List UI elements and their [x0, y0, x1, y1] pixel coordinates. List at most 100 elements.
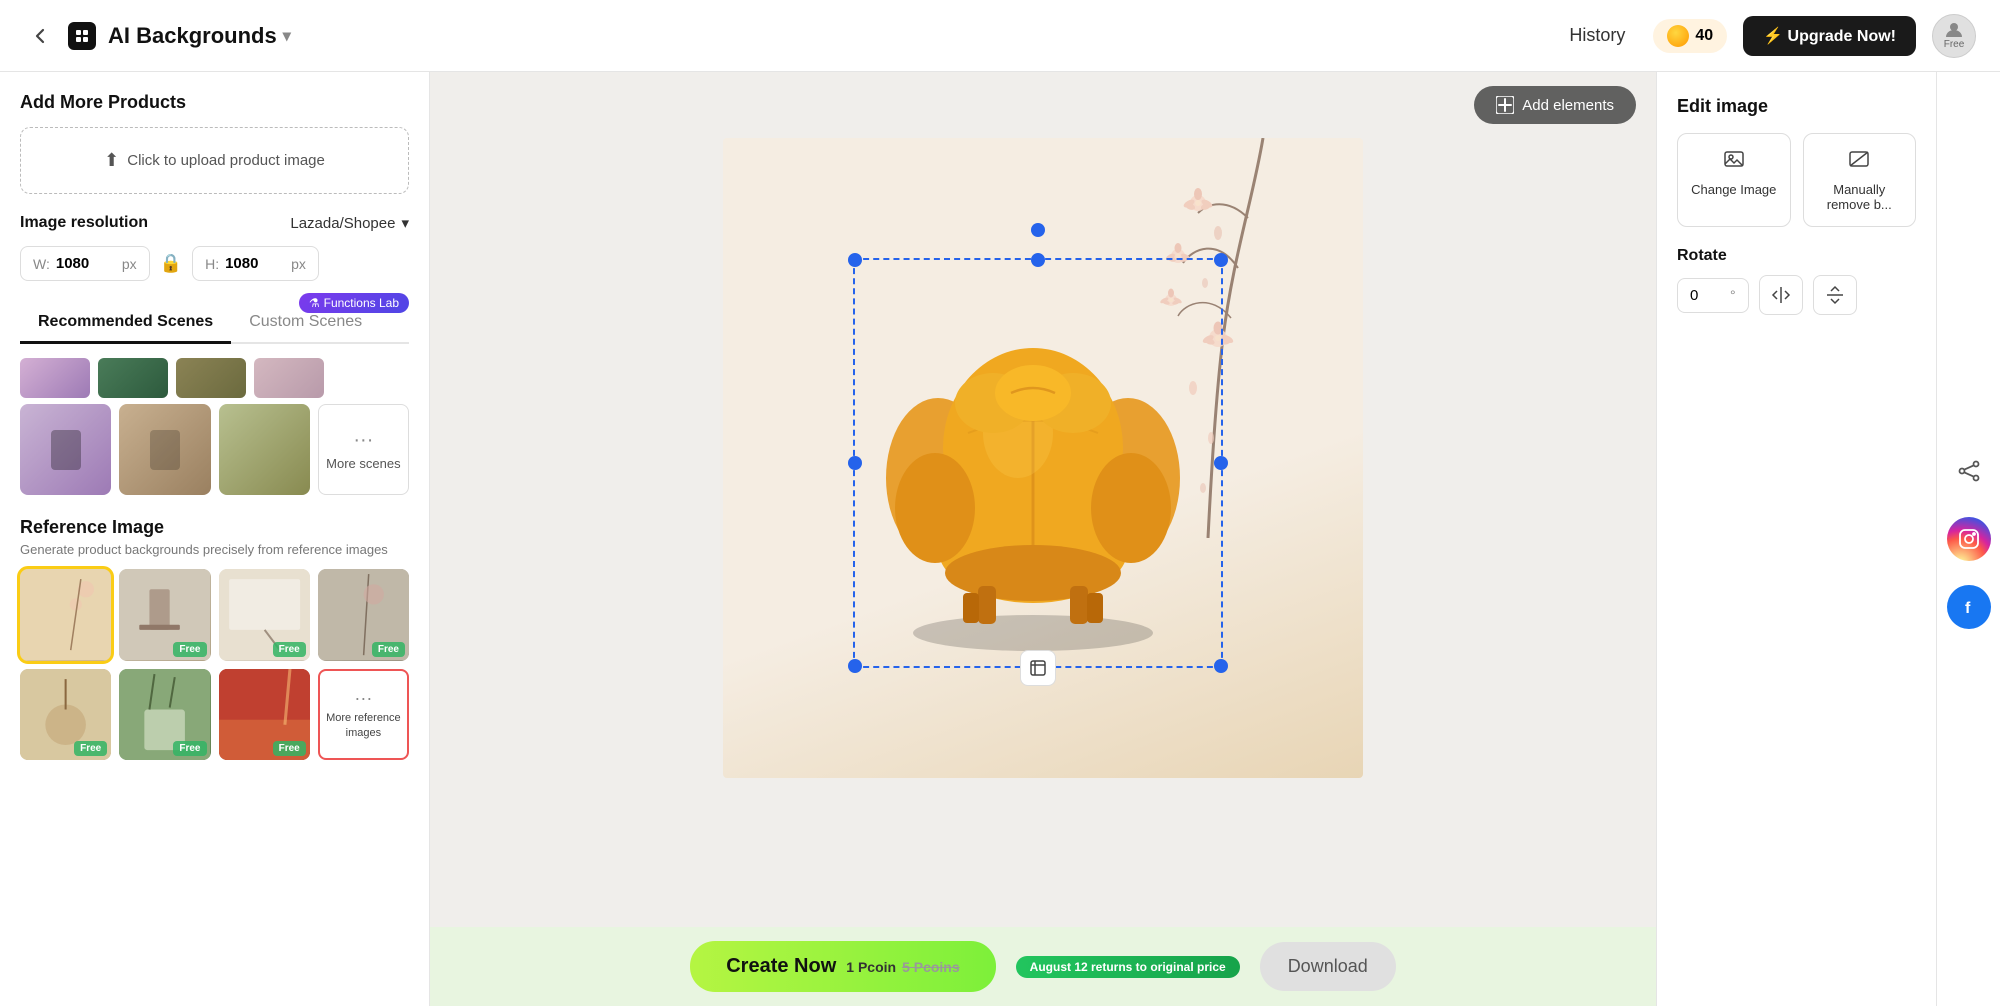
change-image-button[interactable]: Change Image: [1677, 133, 1791, 227]
history-button[interactable]: History: [1557, 19, 1637, 52]
resolution-row: Image resolution Lazada/Shopee ▾: [20, 214, 409, 232]
coins-count: 40: [1695, 27, 1713, 45]
remove-bg-label: Manually remove b...: [1814, 182, 1906, 212]
width-input[interactable]: [56, 255, 116, 272]
canvas-toolbar: Add elements: [430, 72, 1656, 138]
left-panel: Add More Products ⬆ Click to upload prod…: [0, 72, 430, 1006]
resolution-preset-select[interactable]: Lazada/Shopee ▾: [290, 214, 409, 232]
social-panel: f: [1936, 72, 2000, 1006]
more-scenes-dots: ···: [353, 429, 373, 452]
lock-icon: 🔒: [160, 253, 182, 274]
width-unit: px: [122, 256, 137, 272]
more-ref-button[interactable]: ··· More reference images: [318, 669, 409, 760]
resolution-dropdown-icon: ▾: [401, 214, 409, 232]
tabs-section: ⚗ Functions Lab Recommended Scenes Custo…: [20, 303, 409, 344]
ref-image-title: Reference Image: [20, 517, 409, 538]
add-elements-label: Add elements: [1522, 97, 1614, 114]
free-badge: Free: [173, 741, 206, 756]
promo-badge: August 12 returns to original price: [1016, 956, 1240, 978]
app-logo-icon: [68, 22, 96, 50]
ref-thumb-7[interactable]: Free: [219, 669, 310, 760]
edit-actions: Change Image Manually remove b...: [1677, 133, 1916, 227]
resolution-inputs: W: px 🔒 H: px: [20, 246, 409, 281]
ref-grid: Free Free Free: [20, 569, 409, 760]
edit-title: Edit image: [1677, 96, 1916, 117]
change-image-label: Change Image: [1691, 182, 1776, 197]
more-ref-dots: ···: [354, 688, 372, 709]
topnav-right: History 40 ⚡ Upgrade Now! Free: [1557, 14, 1976, 58]
rotate-label: Rotate: [1677, 247, 1916, 265]
scene-strip-item[interactable]: [98, 358, 168, 398]
scene-strip-item[interactable]: [176, 358, 246, 398]
ref-thumb-5[interactable]: Free: [20, 669, 111, 760]
main-layout: Add More Products ⬆ Click to upload prod…: [0, 72, 2000, 1006]
chair-image: [863, 278, 1203, 658]
free-badge: Free: [173, 642, 206, 657]
change-image-icon: [1723, 148, 1745, 176]
dropdown-icon: ▾: [283, 26, 291, 46]
topnav: AI Backgrounds ▾ History 40 ⚡ Upgrade No…: [0, 0, 2000, 72]
flip-horizontal-button[interactable]: [1759, 275, 1803, 315]
scene-grid: ··· More scenes: [20, 404, 409, 495]
scene-strip-item[interactable]: [254, 358, 324, 398]
pcoin-original: 5 Pcoins: [902, 959, 960, 975]
upload-label: Click to upload product image: [127, 152, 325, 169]
height-label: H:: [205, 256, 219, 272]
functions-lab-badge: ⚗ Functions Lab: [299, 293, 409, 313]
remove-bg-button[interactable]: Manually remove b...: [1803, 133, 1917, 227]
add-products-title: Add More Products: [20, 92, 409, 113]
ref-thumb-1[interactable]: [20, 569, 111, 660]
height-input[interactable]: [225, 255, 285, 272]
user-label: Free: [1944, 39, 1965, 50]
ref-thumb-2[interactable]: Free: [119, 569, 210, 660]
instagram-button[interactable]: [1947, 517, 1991, 561]
more-scenes-button[interactable]: ··· More scenes: [318, 404, 409, 495]
add-elements-button[interactable]: Add elements: [1474, 86, 1636, 124]
ref-thumb-4[interactable]: Free: [318, 569, 409, 660]
scene-thumb-3[interactable]: [219, 404, 310, 495]
coin-icon: [1667, 25, 1689, 47]
price-info: 1 Pcoin 5 Pcoins: [846, 959, 959, 975]
right-panel: Edit image Change Image Manually remove …: [1656, 72, 1936, 1006]
scene-thumb-2[interactable]: [119, 404, 210, 495]
bottom-bar: Create Now 1 Pcoin 5 Pcoins August 12 re…: [430, 927, 1656, 1006]
ref-thumb-6[interactable]: Free: [119, 669, 210, 760]
topnav-left: AI Backgrounds ▾: [24, 20, 291, 52]
upgrade-button[interactable]: ⚡ Upgrade Now!: [1743, 16, 1916, 56]
back-button[interactable]: [24, 20, 56, 52]
download-button[interactable]: Download: [1260, 942, 1396, 991]
svg-text:f: f: [1965, 600, 1971, 617]
create-now-button[interactable]: Create Now 1 Pcoin 5 Pcoins: [690, 941, 995, 992]
more-scenes-label: More scenes: [326, 456, 400, 471]
avatar[interactable]: Free: [1932, 14, 1976, 58]
width-input-group: W: px: [20, 246, 150, 281]
coins-badge: 40: [1653, 19, 1727, 53]
rotate-section: Rotate °: [1677, 247, 1916, 315]
edit-section: Edit image Change Image Manually remove …: [1677, 96, 1916, 227]
upload-button[interactable]: ⬆ Click to upload product image: [20, 127, 409, 194]
height-unit: px: [291, 256, 306, 272]
canvas-wrapper[interactable]: [723, 138, 1363, 778]
resolution-label: Image resolution: [20, 214, 148, 232]
rotate-input[interactable]: [1690, 287, 1730, 304]
more-ref-label: More reference images: [320, 711, 407, 740]
free-badge: Free: [74, 741, 107, 756]
rotate-input-group: °: [1677, 278, 1749, 313]
canvas-area: Add elements: [430, 72, 1656, 1006]
height-input-group: H: px: [192, 246, 319, 281]
free-badge: Free: [273, 741, 306, 756]
app-title[interactable]: AI Backgrounds ▾: [108, 23, 291, 49]
ref-image-subtitle: Generate product backgrounds precisely f…: [20, 542, 409, 557]
flip-vertical-button[interactable]: [1813, 275, 1857, 315]
scene-strip-item[interactable]: [20, 358, 90, 398]
scene-thumb-1[interactable]: [20, 404, 111, 495]
width-label: W:: [33, 256, 50, 272]
rotate-controls: °: [1677, 275, 1916, 315]
tab-recommended[interactable]: Recommended Scenes: [20, 303, 231, 344]
share-button[interactable]: [1947, 449, 1991, 493]
upload-icon: ⬆: [104, 150, 119, 171]
resolution-preset-value: Lazada/Shopee: [290, 215, 395, 232]
free-badge: Free: [273, 642, 306, 657]
ref-thumb-3[interactable]: Free: [219, 569, 310, 660]
facebook-button[interactable]: f: [1947, 585, 1991, 629]
